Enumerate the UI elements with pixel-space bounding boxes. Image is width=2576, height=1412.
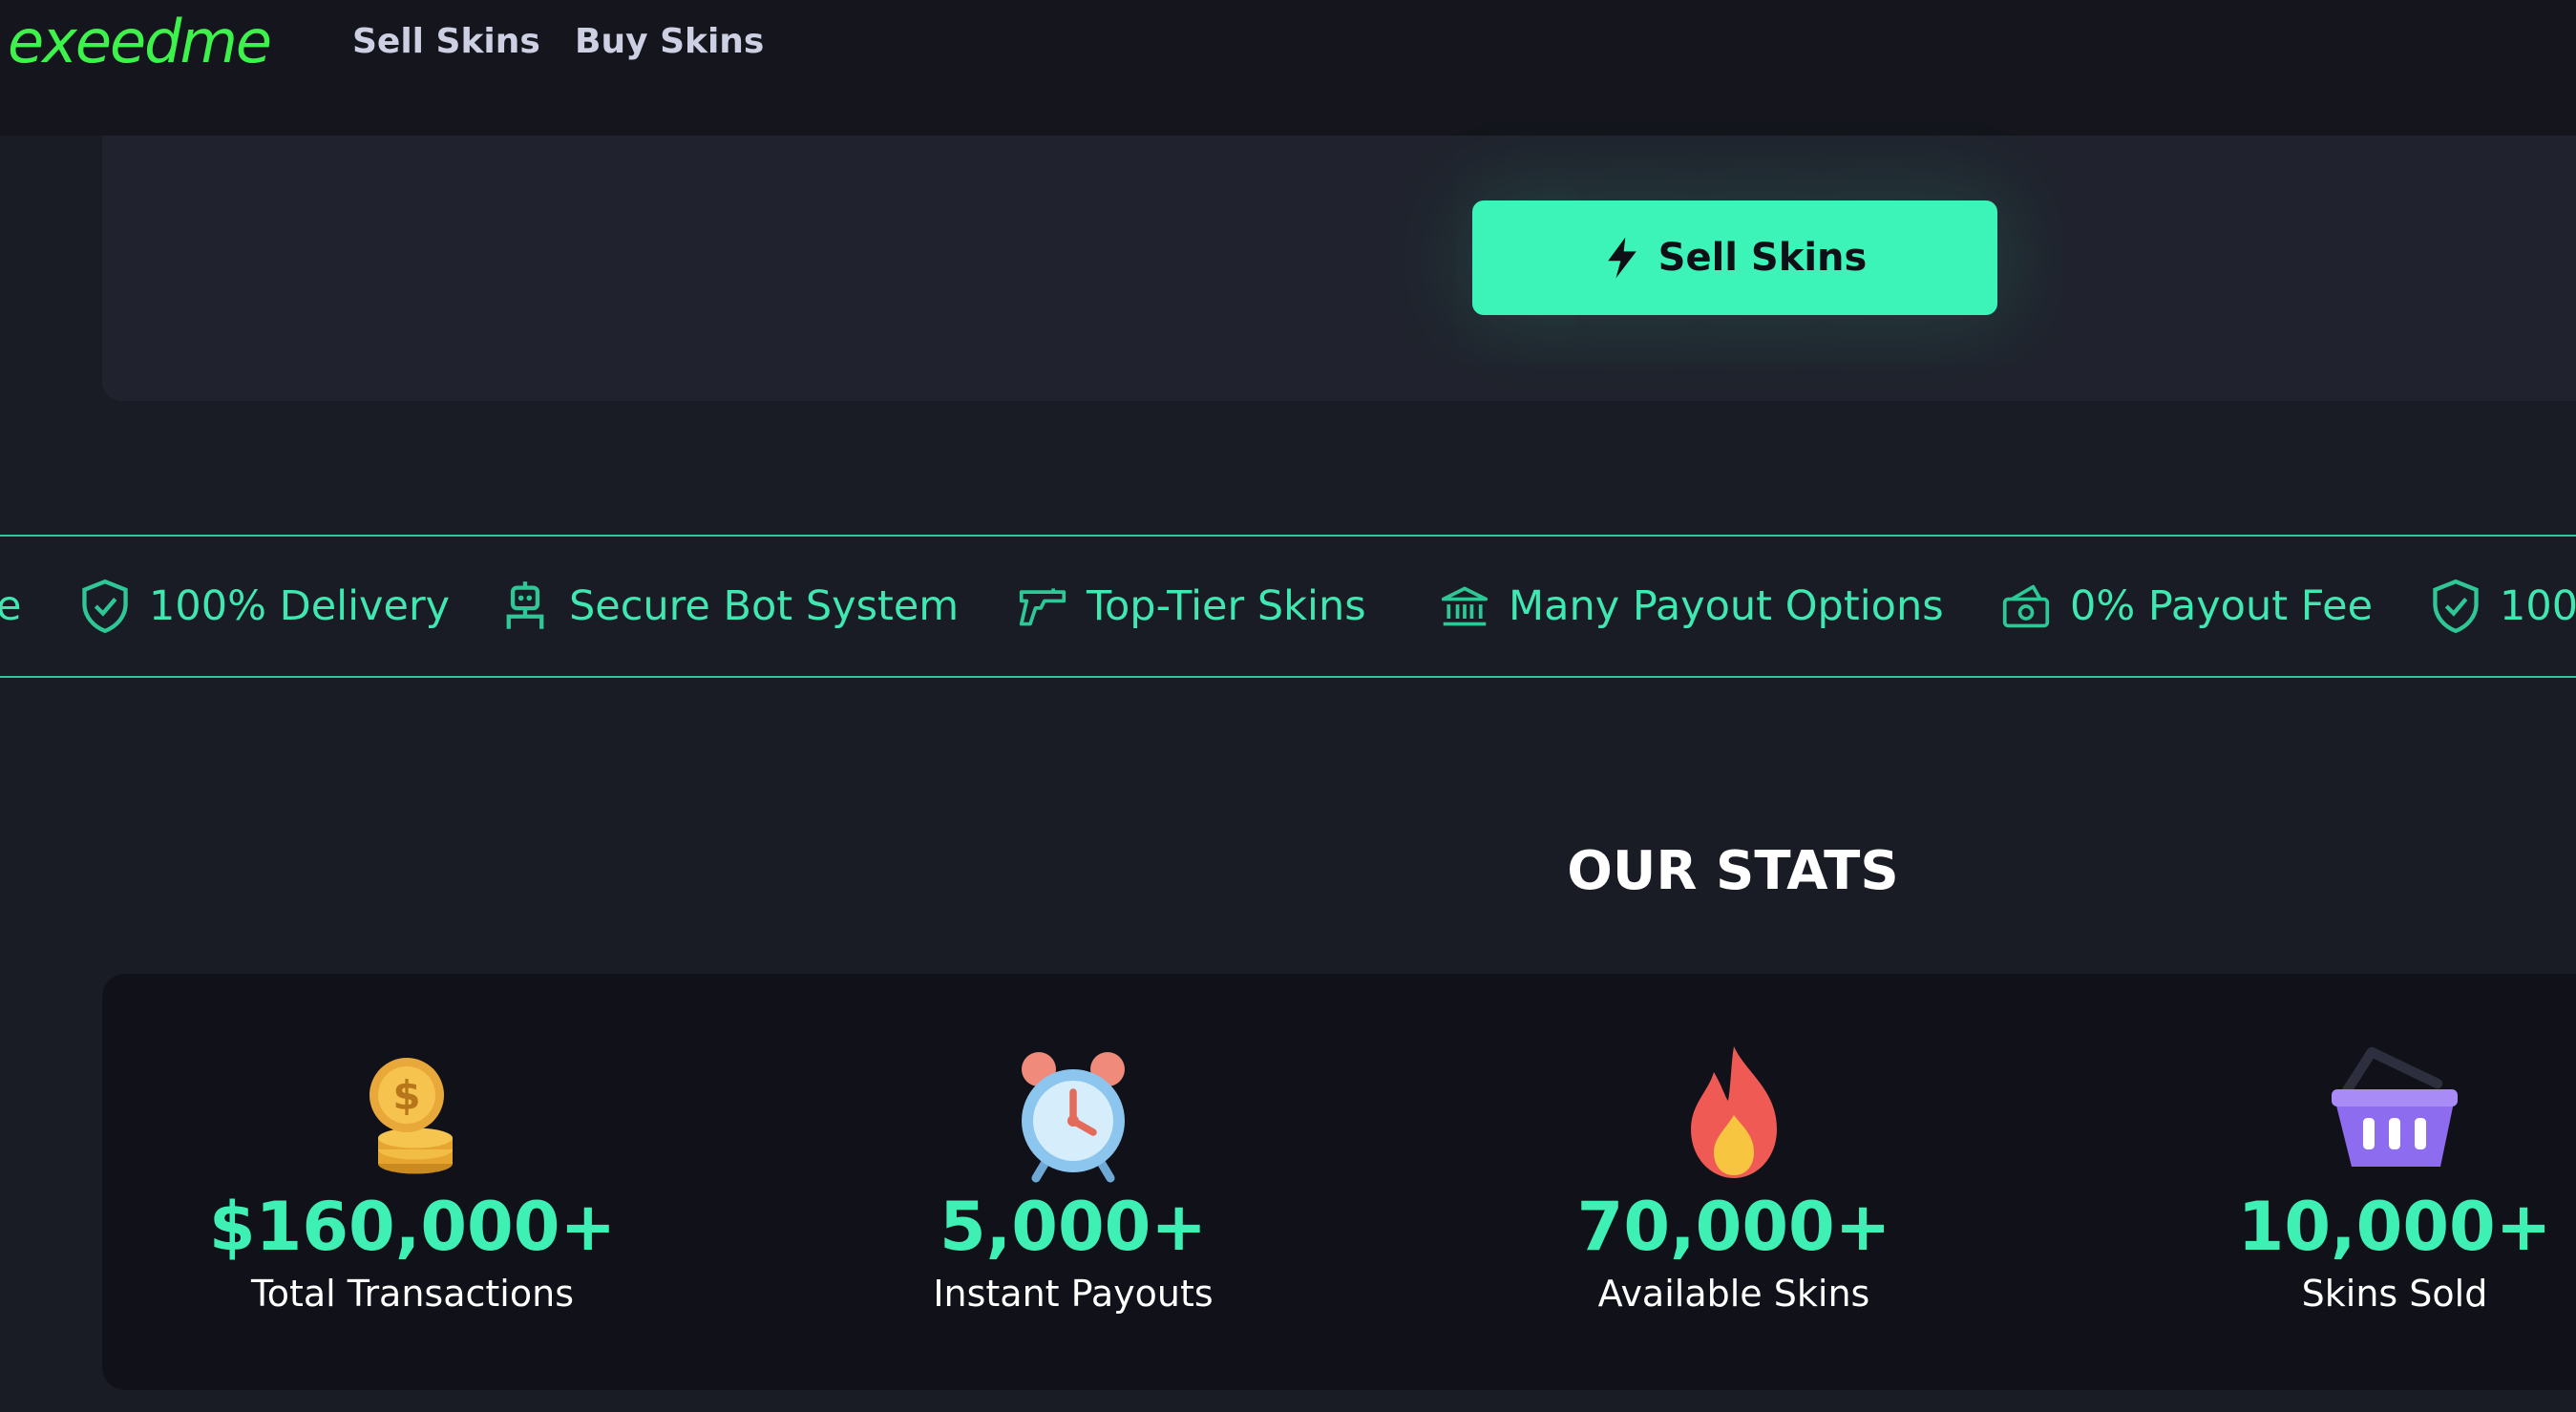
shield-check-icon bbox=[2433, 580, 2479, 633]
shield-check-icon bbox=[82, 580, 128, 633]
robot-icon bbox=[506, 581, 544, 629]
stat-label: Skins Sold bbox=[2301, 1273, 2488, 1315]
bank-icon bbox=[1441, 586, 1489, 626]
stat-value: 5,000+ bbox=[939, 1188, 1208, 1266]
nav-sell-skins[interactable]: Sell Skins bbox=[352, 15, 540, 69]
sell-skins-button[interactable]: Sell Skins bbox=[1472, 200, 1997, 315]
feature-label: Top-Tier Skins bbox=[1087, 582, 1366, 630]
feature-item-fee: 0% Payout Fee bbox=[2001, 537, 2373, 676]
cash-icon bbox=[2002, 584, 2050, 628]
stats-title: OUR STATS bbox=[1567, 840, 1899, 902]
feature-item-partial-right: 100 bbox=[2431, 537, 2576, 676]
site-logo[interactable]: exeedme bbox=[8, 4, 272, 80]
top-header: exeedme Sell Skins Buy Skins bbox=[0, 0, 2576, 136]
feature-label: e bbox=[0, 582, 22, 630]
page: exeedme Sell Skins Buy Skins Sell Skins … bbox=[0, 0, 2576, 1412]
fire-icon bbox=[1691, 1046, 1777, 1178]
feature-label: Many Payout Options bbox=[1509, 582, 1944, 630]
stat-value: 10,000+ bbox=[2237, 1188, 2552, 1266]
stat-available-skins: 70,000+ Available Skins bbox=[1486, 1041, 1982, 1317]
feature-item-bot: Secure Bot System bbox=[500, 537, 959, 676]
stat-value: 70,000+ bbox=[1576, 1188, 1891, 1266]
lightning-icon bbox=[1607, 237, 1636, 279]
feature-item-payout-options: Many Payout Options bbox=[1440, 537, 1944, 676]
feature-item-delivery: 100% Delivery bbox=[80, 537, 450, 676]
sell-skins-button-label: Sell Skins bbox=[1658, 236, 1868, 280]
hero-card bbox=[102, 136, 2576, 401]
stat-instant-payouts: 5,000+ Instant Payouts bbox=[825, 1041, 1321, 1317]
feature-item-partial-left: e bbox=[0, 537, 21, 676]
feature-label: 0% Payout Fee bbox=[2070, 582, 2374, 630]
feature-label: 100% Delivery bbox=[149, 582, 451, 630]
feature-label: Secure Bot System bbox=[569, 582, 960, 630]
stat-label: Total Transactions bbox=[250, 1273, 574, 1315]
stat-skins-sold: 10,000+ Skins Sold bbox=[2146, 1041, 2576, 1317]
stat-total-transactions: $ $160,000+ Total Transactions bbox=[164, 1041, 661, 1317]
feature-label: 100 bbox=[2500, 582, 2576, 630]
features-marquee: e 100% Delivery Secure Bot System Top-Ti… bbox=[0, 535, 2576, 678]
svg-text:$: $ bbox=[392, 1072, 420, 1119]
stat-label: Available Skins bbox=[1597, 1273, 1870, 1315]
feature-item-skins: Top-Tier Skins bbox=[1018, 537, 1366, 676]
coins-icon: $ bbox=[370, 1058, 453, 1174]
stat-value: $160,000+ bbox=[208, 1188, 617, 1266]
alarm-clock-icon bbox=[1022, 1052, 1125, 1183]
nav-buy-skins[interactable]: Buy Skins bbox=[575, 15, 764, 69]
stat-label: Instant Payouts bbox=[933, 1273, 1214, 1315]
pistol-icon bbox=[1019, 588, 1066, 626]
basket-icon bbox=[2332, 1046, 2458, 1167]
